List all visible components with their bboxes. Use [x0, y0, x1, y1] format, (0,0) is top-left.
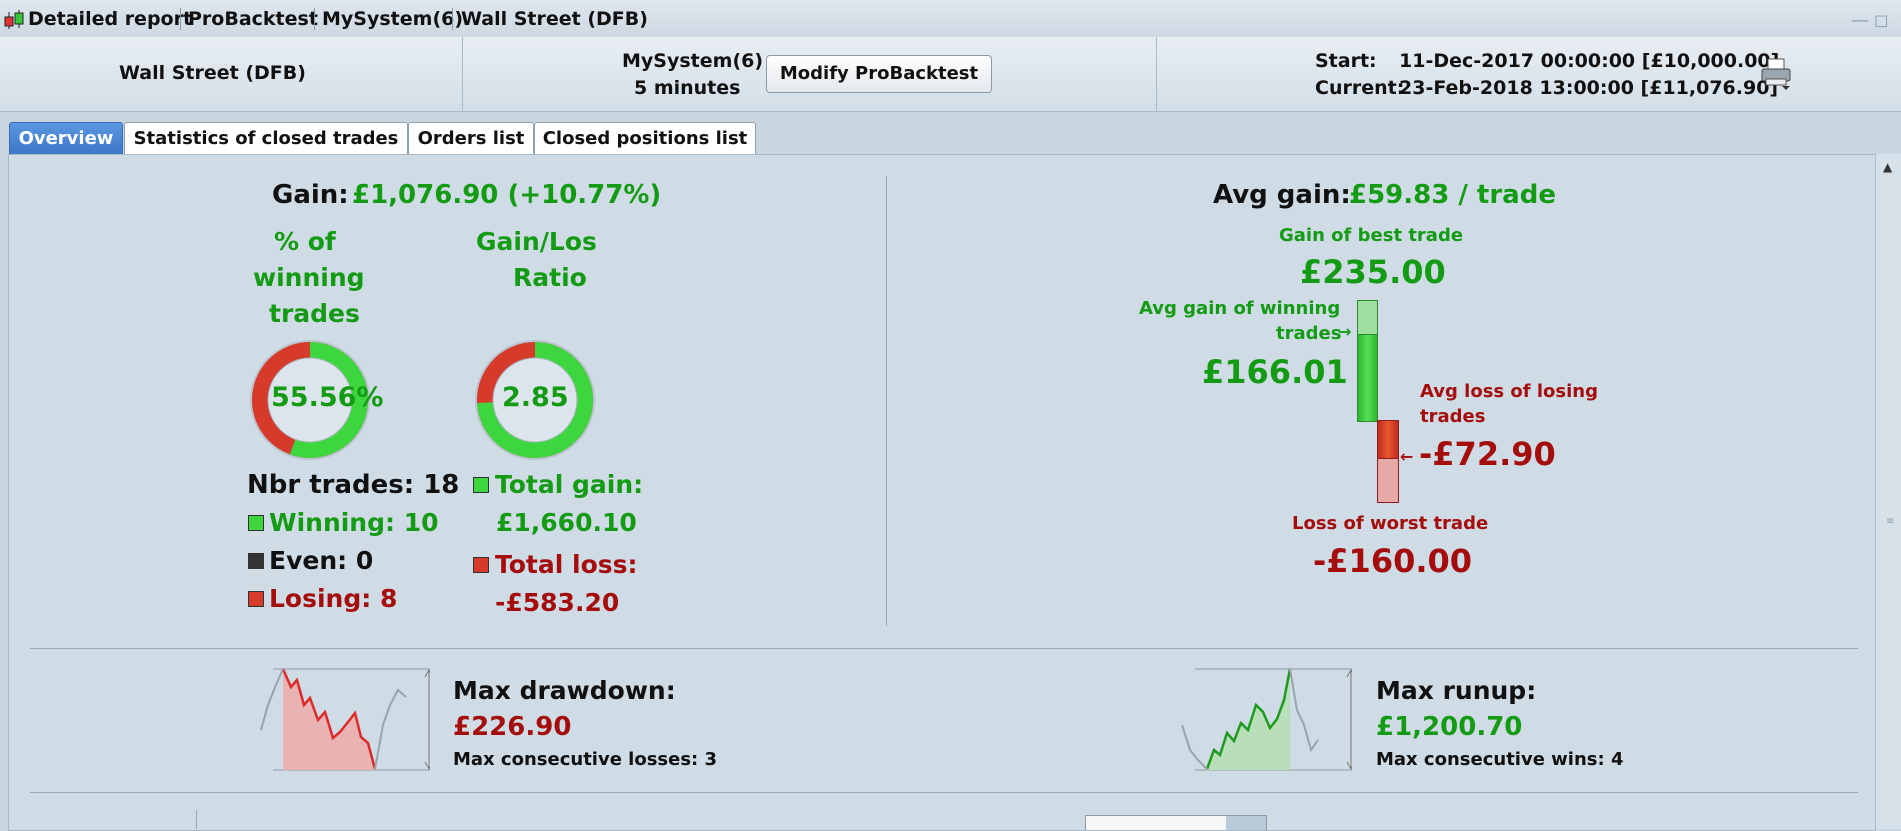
- pct-winning-title-line3: trades: [269, 299, 360, 328]
- timeframe: 5 minutes: [634, 77, 741, 99]
- pct-winning-title-line2: winning: [253, 263, 365, 292]
- tab-statistics-closed-trades[interactable]: Statistics of closed trades: [124, 122, 408, 155]
- title-report: Detailed report: [28, 8, 193, 30]
- total-gain-value: £1,660.10: [496, 508, 637, 537]
- drawdown-sparkline-icon: [260, 668, 430, 771]
- max-runup-label: Max runup:: [1376, 676, 1537, 705]
- title-probacktest: ProBacktest: [188, 8, 318, 30]
- arrow-left-icon: ←: [1400, 447, 1414, 466]
- maximize-icon[interactable]: ◻: [1874, 10, 1889, 31]
- gain-loss-title-line2: Ratio: [513, 263, 587, 292]
- gain-loss-title-line1: Gain/Los: [476, 227, 597, 256]
- runup-sparkline-icon: [1181, 668, 1352, 771]
- current-value: 23-Feb-2018 13:00:00 [£11,076.90]: [1399, 77, 1779, 99]
- max-consec-losses: Max consecutive losses: 3: [453, 749, 718, 770]
- printer-icon[interactable]: [1760, 57, 1794, 91]
- avg-win-label-line2: trades: [1276, 323, 1342, 344]
- gain-value: £1,076.90 (+10.77%): [352, 180, 662, 210]
- avg-gain-label: Avg gain:: [1213, 180, 1351, 210]
- avg-loss-label-line2: trades: [1420, 406, 1486, 427]
- avg-win-label-line1: Avg gain of winning: [1139, 298, 1341, 319]
- system-name: MySystem(6): [622, 50, 764, 72]
- window-titlebar: Detailed report ProBacktest MySystem(6) …: [0, 0, 1901, 38]
- total-gain-label: Total gain:: [495, 470, 644, 499]
- avg-gain-value: £59.83 / trade: [1349, 180, 1556, 210]
- max-runup-value: £1,200.70: [1376, 712, 1523, 742]
- nbr-trades: Nbr trades: 18: [247, 470, 460, 500]
- title-instrument: Wall Street (DFB): [461, 8, 648, 30]
- pct-winning-title-line1: % of: [274, 227, 336, 256]
- avg-loss-label-line1: Avg loss of losing: [1420, 381, 1598, 402]
- best-trade-value: £235.00: [1300, 253, 1446, 291]
- tab-overview[interactable]: Overview: [9, 122, 123, 155]
- tab-orders-list[interactable]: Orders list: [408, 122, 534, 155]
- start-value: 11-Dec-2017 00:00:00 [£10,000.00]: [1399, 50, 1780, 72]
- worst-trade-label: Loss of worst trade: [1292, 513, 1489, 534]
- winning-count: Winning: 10: [269, 508, 439, 537]
- vertical-scrollbar[interactable]: ▲ ≡: [1875, 154, 1901, 829]
- tab-closed-positions-list[interactable]: Closed positions list: [534, 122, 756, 155]
- arrow-right-icon: →: [1338, 322, 1352, 341]
- modify-probacktest-button[interactable]: Modify ProBacktest: [766, 55, 992, 93]
- losing-count: Losing: 8: [269, 584, 398, 613]
- report-header: Wall Street (DFB) MySystem(6) 5 minutes …: [0, 37, 1901, 112]
- period-select[interactable]: [1085, 815, 1267, 830]
- scroll-up-icon[interactable]: ▲: [1883, 160, 1892, 174]
- candlestick-icon: [3, 9, 25, 31]
- instrument-name: Wall Street (DFB): [119, 62, 306, 84]
- avg-win-value: £166.01: [1202, 353, 1348, 391]
- worst-trade-value: -£160.00: [1313, 542, 1473, 580]
- total-loss-value: -£583.20: [495, 588, 620, 617]
- current-label: Current:: [1315, 77, 1405, 99]
- gain-label: Gain:: [272, 180, 349, 210]
- even-count: Even: 0: [269, 546, 374, 575]
- start-label: Start:: [1315, 50, 1377, 72]
- gain-loss-value: 2.85: [502, 382, 569, 413]
- pct-winning-value: 55.56%: [271, 382, 384, 413]
- minimize-icon[interactable]: —: [1851, 10, 1869, 31]
- title-system: MySystem(6): [322, 8, 464, 30]
- best-trade-label: Gain of best trade: [1279, 225, 1464, 246]
- max-drawdown-label: Max drawdown:: [453, 676, 676, 705]
- total-loss-label: Total loss:: [495, 550, 638, 579]
- max-consec-wins: Max consecutive wins: 4: [1376, 749, 1624, 770]
- avg-loss-value: -£72.90: [1419, 435, 1556, 473]
- max-drawdown-value: £226.90: [453, 712, 572, 742]
